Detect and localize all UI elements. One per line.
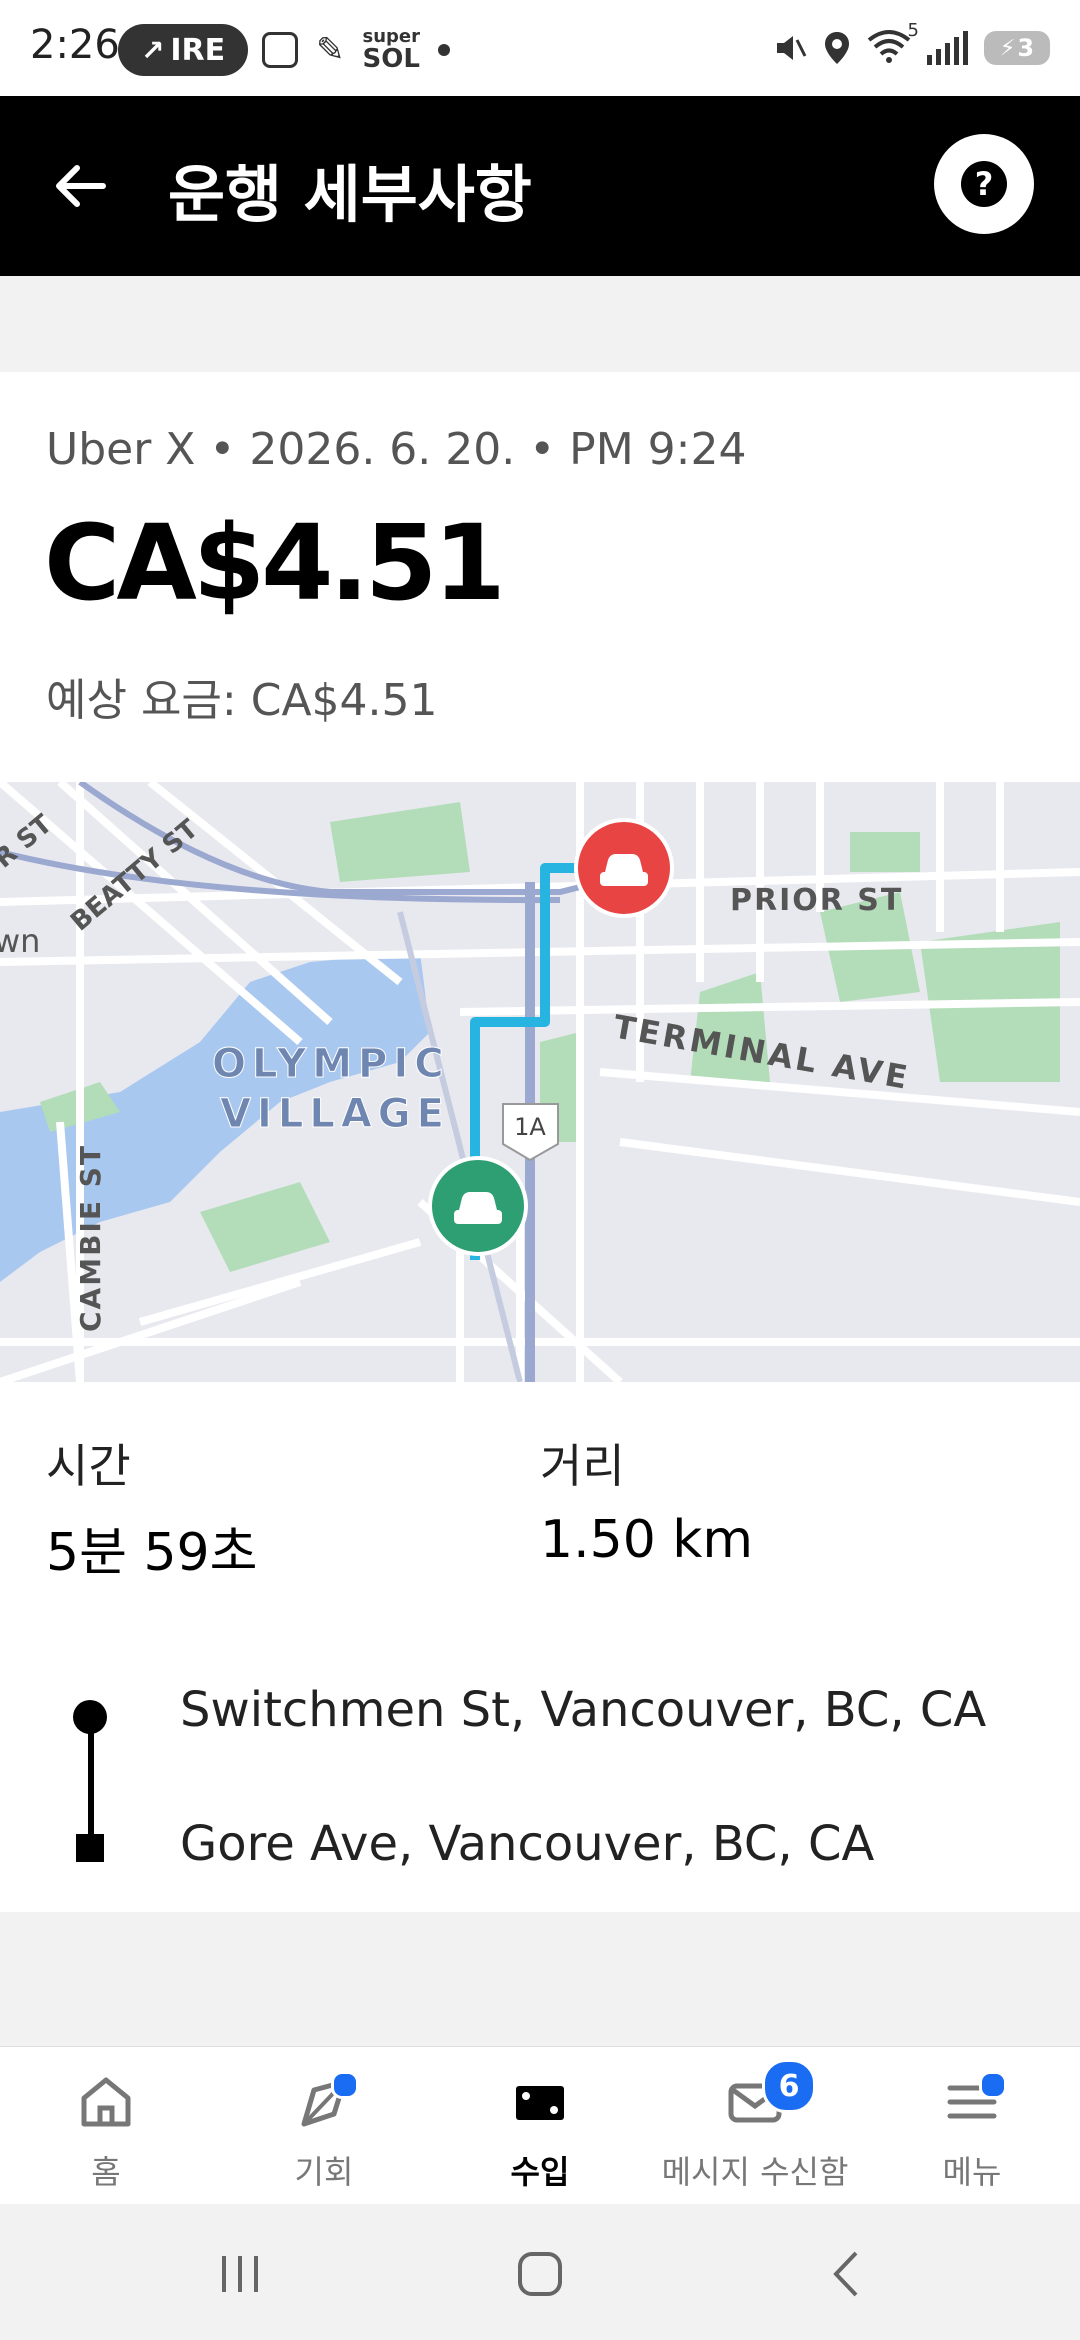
more-notifications-dot: [438, 44, 450, 56]
map-label-village: VILLAGE: [220, 1091, 450, 1137]
battery-icon: ⚡ 3: [984, 31, 1050, 65]
wifi-badge: 5: [907, 20, 919, 41]
location-icon: [825, 32, 849, 64]
pickup-marker[interactable]: [428, 1156, 528, 1256]
nav-earnings[interactable]: 수입: [480, 2047, 600, 2205]
app-header: 운행 세부사항 ?: [0, 96, 1080, 276]
nav-earnings-label: 수입: [510, 2153, 570, 2191]
distance-label: 거리: [540, 1439, 625, 1493]
dropoff-marker[interactable]: [574, 818, 674, 918]
map-label-cambie-st: CAMBIE ST: [74, 1144, 107, 1332]
battery-level: 3: [1017, 34, 1035, 62]
route-end-square: [76, 1834, 104, 1862]
trip-meta: Uber X • 2026. 6. 20. • PM 9:24: [46, 424, 747, 475]
wifi-icon: 5: [867, 20, 919, 68]
map-label-olympic: OLYMPIC: [212, 1041, 450, 1087]
signal-icon: [927, 31, 968, 65]
park: [200, 1182, 330, 1272]
trending-pill-label: IRE: [170, 32, 226, 68]
estimated-fare: 예상 요금: CA$4.51: [46, 675, 438, 726]
map-label-wn: wn: [0, 922, 40, 960]
pickup-address: Switchmen St, Vancouver, BC, CA: [180, 1682, 987, 1738]
system-navigation: [0, 2204, 1080, 2340]
mute-icon: [777, 36, 807, 60]
recent-apps-button[interactable]: [200, 2234, 280, 2314]
inbox-badge: 6: [762, 2059, 816, 2113]
bottom-navigation: 홈 기회 수입 6 메시지 수신함 메뉴: [0, 2046, 1080, 2205]
back-chevron-icon: [833, 2251, 858, 2297]
super-sol-icon: super SOL: [362, 28, 421, 74]
page-title: 운행 세부사항: [168, 158, 532, 231]
mail-icon: 6: [720, 2059, 816, 2137]
wallet-icon: [505, 2067, 575, 2137]
nav-home[interactable]: 홈: [46, 2047, 166, 2205]
shoe-icon: ✎: [316, 30, 345, 70]
back-arrow-icon: [56, 165, 106, 207]
map-label-prior-st: PRIOR ST: [730, 883, 903, 918]
screenshot-icon: [262, 32, 298, 68]
trip-stats: 시간 5분 59초 거리 1.50 km Switchmen St, Vanco…: [0, 1382, 1080, 1912]
help-button[interactable]: ?: [934, 134, 1034, 234]
nav-inbox-label: 메시지 수신함: [661, 2153, 849, 2191]
menu-icon: [937, 2067, 1007, 2137]
opportunities-dot: [331, 2071, 359, 2099]
nav-inbox[interactable]: 6 메시지 수신함: [660, 2047, 850, 2205]
map-canvas: 1A R ST BEATTY ST wn PRIOR ST CAMBIE ST …: [0, 782, 1080, 1382]
menu-dot: [979, 2071, 1007, 2099]
map-label-1a: 1A: [514, 1113, 546, 1141]
time-label: 시간: [46, 1439, 131, 1493]
system-icons: 5 ⚡ 3: [771, 20, 1050, 68]
home-icon: [71, 2067, 141, 2137]
home-system-icon: [518, 2252, 562, 2296]
park: [330, 802, 470, 882]
park: [850, 832, 920, 872]
distance-value: 1.50 km: [540, 1510, 754, 1570]
nav-home-label: 홈: [91, 2153, 121, 2191]
dropoff-address: Gore Ave, Vancouver, BC, CA: [180, 1816, 875, 1872]
trending-pill: ↗ IRE: [118, 24, 248, 76]
nav-menu[interactable]: 메뉴: [912, 2047, 1032, 2205]
compass-icon: [289, 2067, 359, 2137]
back-button[interactable]: [40, 146, 120, 226]
back-system-button[interactable]: [806, 2234, 886, 2314]
status-bar: 2:26 ↗ IRE ✎ super SOL 5 ⚡ 3: [0, 0, 1080, 96]
super-sol-bottom: SOL: [362, 44, 420, 74]
nav-opportunities[interactable]: 기회: [264, 2047, 384, 2205]
home-system-button[interactable]: [500, 2234, 580, 2314]
trip-summary: Uber X • 2026. 6. 20. • PM 9:24 CA$4.51 …: [0, 372, 1080, 782]
nav-menu-label: 메뉴: [942, 2153, 1002, 2191]
trending-up-icon: ↗: [140, 33, 165, 67]
help-icon: ?: [961, 161, 1007, 207]
route-start-dot: [73, 1700, 107, 1734]
fare-amount: CA$4.51: [44, 502, 506, 624]
recent-apps-icon: [222, 2256, 258, 2292]
status-time: 2:26: [30, 22, 120, 68]
nav-opportunities-label: 기회: [294, 2153, 354, 2191]
route-map[interactable]: 1A R ST BEATTY ST wn PRIOR ST CAMBIE ST …: [0, 782, 1080, 1382]
time-value: 5분 59초: [46, 1523, 258, 1583]
map-label-beatty-st: BEATTY ST: [65, 814, 204, 937]
notification-icons: ✎ super SOL: [262, 28, 450, 72]
highway-1a-shield: 1A: [502, 1103, 559, 1162]
